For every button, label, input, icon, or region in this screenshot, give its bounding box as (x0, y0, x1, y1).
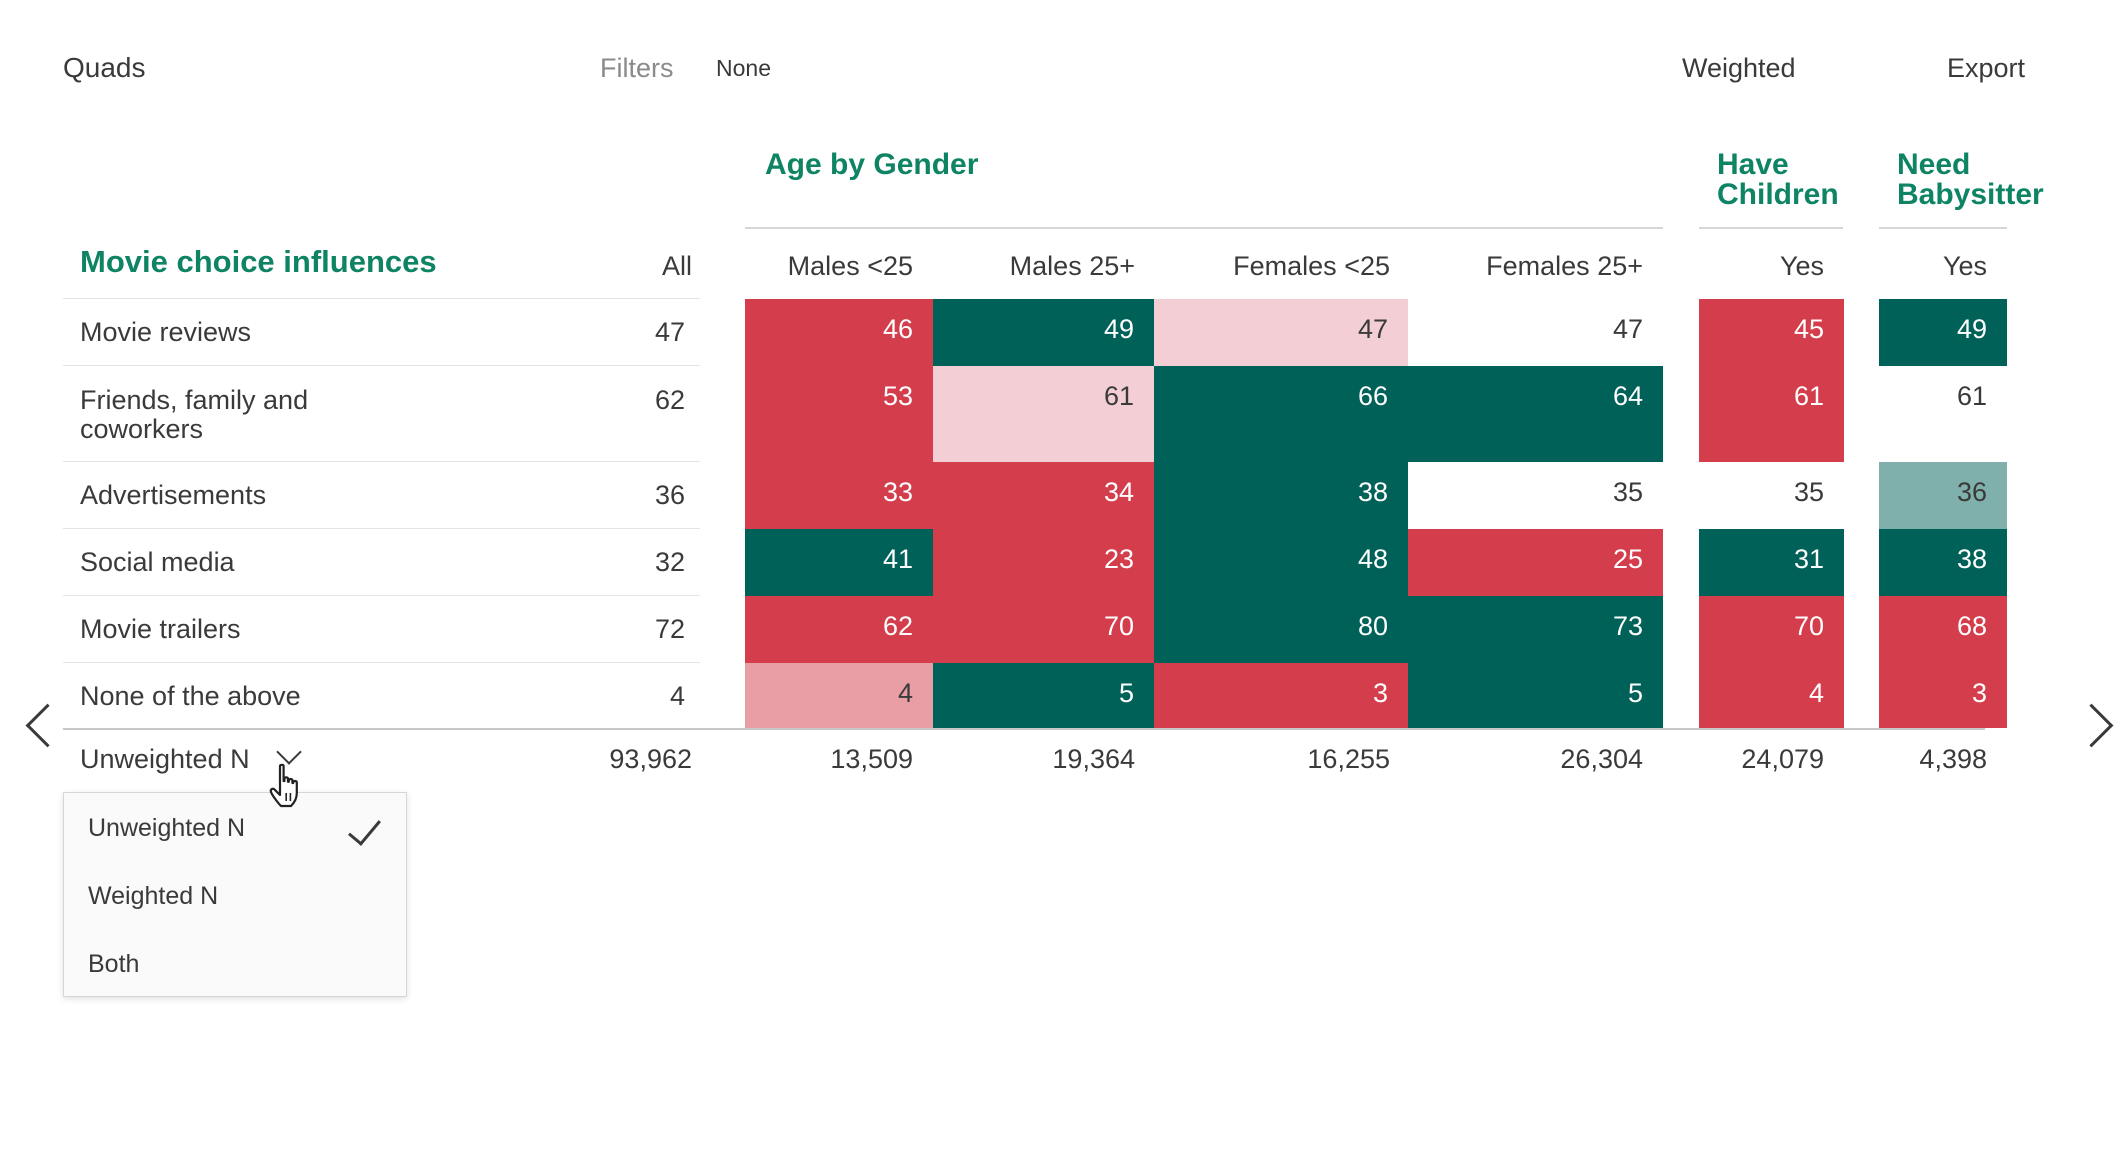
weighted-toggle[interactable]: Weighted (1682, 50, 1796, 86)
heat-cell-males-25-plus[interactable]: 5 (933, 663, 1154, 728)
heat-cell-females-25-plus[interactable]: 47 (1408, 299, 1663, 366)
n-value: 4,398 (1919, 744, 1987, 774)
column-header-need-babysitter-yes[interactable]: Yes (1879, 248, 1987, 284)
n-type-selector[interactable]: Unweighted N (80, 739, 302, 777)
filters-button[interactable]: Filters (600, 50, 674, 86)
chevron-down-icon (275, 739, 302, 765)
row-divider (63, 461, 700, 462)
heat-cell-have-children-yes[interactable]: 70 (1699, 596, 1844, 663)
check-icon (348, 811, 381, 846)
heat-cell-have-children-yes[interactable]: 31 (1699, 529, 1844, 596)
group-divider (1699, 227, 1843, 229)
column-header-males-25-plus[interactable]: Males 25+ (933, 248, 1135, 284)
n-value: 16,255 (1307, 744, 1390, 774)
heat-cell-need-babysitter-yes[interactable]: 3 (1879, 663, 2007, 728)
row-divider (63, 595, 700, 596)
heat-cell-females-under-25[interactable]: 66 (1154, 366, 1408, 462)
heat-cell-have-children-yes[interactable]: 4 (1699, 663, 1844, 728)
table-bottom-divider (63, 728, 1985, 730)
row-divider (63, 365, 700, 366)
heat-cell-males-under-25[interactable]: 33 (745, 462, 933, 529)
heat-cell-need-babysitter-yes[interactable]: 68 (1879, 596, 2007, 663)
chevron-left-icon[interactable] (25, 703, 70, 748)
all-value: 47 (654, 317, 685, 347)
column-header-have-children-yes[interactable]: Yes (1699, 248, 1824, 284)
n-value: 24,079 (1741, 744, 1824, 774)
dropdown-item-both[interactable]: Both (88, 947, 139, 981)
row-divider (63, 298, 700, 299)
heat-cell-females-25-plus[interactable]: 73 (1408, 596, 1663, 663)
row-label: Movie trailers (80, 614, 241, 644)
heat-cell-need-babysitter-yes[interactable]: 36 (1879, 462, 2007, 529)
n-value: 13,509 (830, 744, 913, 774)
group-title-age-by-gender: Age by Gender (765, 148, 979, 181)
row-label: Advertisements (80, 480, 267, 510)
n-type-dropdown-menu: Unweighted N Weighted N Both (63, 792, 407, 997)
filters-value: None (716, 55, 771, 81)
n-value: 26,304 (1560, 744, 1643, 774)
heat-cell-males-25-plus[interactable]: 61 (933, 366, 1154, 462)
group-divider (745, 227, 1663, 229)
heat-cell-males-25-plus[interactable]: 34 (933, 462, 1154, 529)
n-type-label: Unweighted N (80, 744, 250, 774)
all-value: 62 (654, 385, 685, 415)
row-divider (63, 528, 700, 529)
heat-cell-males-under-25[interactable]: 41 (745, 529, 933, 596)
heat-cell-need-babysitter-yes[interactable]: 49 (1879, 299, 2007, 366)
heat-cell-need-babysitter-yes[interactable]: 61 (1879, 366, 2007, 462)
group-divider (1879, 227, 2007, 229)
dropdown-item-weighted-n[interactable]: Weighted N (88, 879, 218, 913)
heat-cell-males-25-plus[interactable]: 70 (933, 596, 1154, 663)
row-label: Social media (80, 547, 235, 577)
heat-cell-males-under-25[interactable]: 4 (745, 663, 933, 728)
heat-cell-have-children-yes[interactable]: 35 (1699, 462, 1844, 529)
heat-cell-females-under-25[interactable]: 38 (1154, 462, 1408, 529)
heat-cell-males-25-plus[interactable]: 49 (933, 299, 1154, 366)
heat-cell-females-25-plus[interactable]: 5 (1408, 663, 1663, 728)
heat-cell-females-25-plus[interactable]: 64 (1408, 366, 1663, 462)
heat-cell-females-under-25[interactable]: 47 (1154, 299, 1408, 366)
row-variable-title[interactable]: Movie choice influences (80, 244, 437, 280)
heat-cell-males-under-25[interactable]: 46 (745, 299, 933, 366)
page-title: Quads (63, 52, 146, 83)
column-header-males-under-25[interactable]: Males <25 (745, 248, 913, 284)
heat-cell-males-25-plus[interactable]: 23 (933, 529, 1154, 596)
n-value: 19,364 (1052, 744, 1135, 774)
column-header-females-25-plus[interactable]: Females 25+ (1408, 248, 1643, 284)
all-value: 36 (654, 480, 685, 510)
hand-pointer-icon (269, 763, 298, 808)
heat-cell-males-under-25[interactable]: 62 (745, 596, 933, 663)
heat-cell-females-under-25[interactable]: 48 (1154, 529, 1408, 596)
heat-cell-have-children-yes[interactable]: 45 (1699, 299, 1844, 366)
crosstab-view: Quads Filters None Weighted Export Age b… (0, 0, 2120, 1155)
column-header-females-under-25[interactable]: Females <25 (1154, 248, 1390, 284)
heat-cell-have-children-yes[interactable]: 61 (1699, 366, 1844, 462)
heat-cell-males-under-25[interactable]: 53 (745, 366, 933, 462)
n-value-all: 93,962 (609, 744, 692, 774)
group-title-need-babysitter: Need Babysitter (1897, 148, 2044, 211)
row-label: Friends, family and coworkers (80, 385, 309, 444)
all-value: 4 (669, 681, 685, 711)
row-label: Movie reviews (80, 317, 252, 347)
group-title-have-children: Have Children (1717, 148, 1839, 211)
chevron-right-icon[interactable] (2069, 703, 2114, 748)
heat-cell-females-25-plus[interactable]: 25 (1408, 529, 1663, 596)
dropdown-item-unweighted-n[interactable]: Unweighted N (88, 811, 245, 845)
all-value: 72 (654, 614, 685, 644)
heat-cell-need-babysitter-yes[interactable]: 38 (1879, 529, 2007, 596)
heat-cell-females-under-25[interactable]: 80 (1154, 596, 1408, 663)
row-divider (63, 662, 700, 663)
row-label: None of the above (80, 681, 301, 711)
export-button[interactable]: Export (1947, 50, 2025, 86)
all-value: 32 (654, 547, 685, 577)
column-header-all[interactable]: All (560, 248, 692, 284)
heat-cell-females-25-plus[interactable]: 35 (1408, 462, 1663, 529)
heat-cell-females-under-25[interactable]: 3 (1154, 663, 1408, 728)
